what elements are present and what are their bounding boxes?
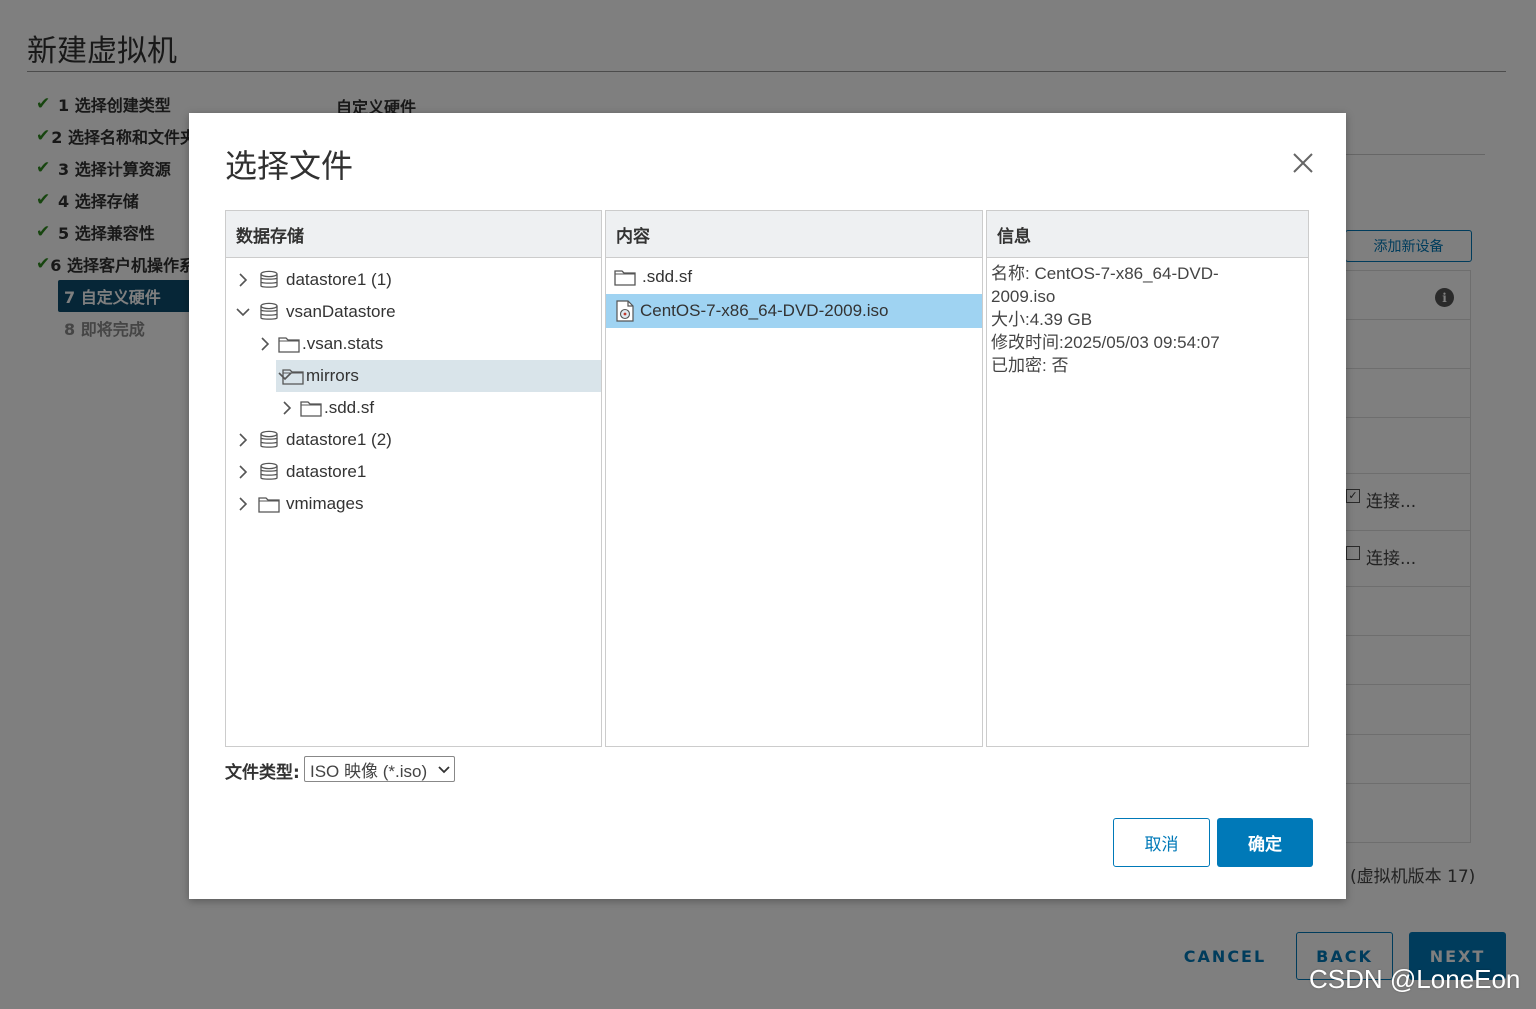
info-name-line-2: 2009.iso [991,287,1056,306]
folder-icon [258,494,280,514]
cancel-button[interactable]: 取消 [1113,818,1210,867]
chevron-right-icon[interactable] [234,271,252,289]
folder-icon [278,334,300,354]
close-icon[interactable] [1289,149,1317,177]
info-encrypted: 已加密: 否 [991,356,1069,375]
info-modified: 修改时间:2025/05/03 09:54:07 [991,333,1220,352]
info-name-line-1: 名称: CentOS-7-x86_64-DVD- [991,264,1219,283]
chevron-down-icon[interactable] [276,367,294,385]
chevron-right-icon[interactable] [234,495,252,513]
tree-item-sdd-sf[interactable]: .sdd.sf [226,392,601,424]
chevron-down-icon [438,761,450,781]
database-icon [258,270,280,290]
tree-item-vmimages[interactable]: vmimages [226,488,601,520]
select-file-dialog: 选择文件 数据存储 datastore1 (1) vsanDatastore .… [189,113,1346,899]
tree-item-datastore1-2[interactable]: datastore1 (2) [226,424,601,456]
datastore-header: 数据存储 [226,211,601,258]
file-info: 名称: CentOS-7-x86_64-DVD- 2009.iso 大小:4.3… [987,258,1308,381]
chevron-right-icon[interactable] [278,399,296,417]
content-pane: 内容 .sdd.sf CentOS-7-x86_64-DVD-2009.iso [605,210,983,747]
info-pane: 信息 名称: CentOS-7-x86_64-DVD- 2009.iso 大小:… [986,210,1309,747]
content-item-centos-iso[interactable]: CentOS-7-x86_64-DVD-2009.iso [606,294,982,328]
database-icon [258,462,280,482]
watermark: CSDN @LoneEon [1309,964,1521,994]
database-icon [258,430,280,450]
tree-item-vsandatastore[interactable]: vsanDatastore [226,296,601,328]
chevron-right-icon[interactable] [234,431,252,449]
tree-item-vsan-stats[interactable]: .vsan.stats [226,328,601,360]
tree-item-datastore1-1[interactable]: datastore1 (1) [226,264,601,296]
disc-image-icon [614,300,636,322]
datastore-tree: datastore1 (1) vsanDatastore .vsan.stats… [226,258,601,520]
content-header: 内容 [606,211,982,258]
chevron-down-icon[interactable] [234,303,252,321]
chevron-right-icon[interactable] [256,335,274,353]
tree-item-mirrors[interactable]: mirrors [276,360,601,392]
chevron-right-icon[interactable] [234,463,252,481]
file-type-label: 文件类型: [225,763,300,783]
info-size: 大小:4.39 GB [991,310,1093,329]
folder-icon [300,398,322,418]
tree-item-datastore1[interactable]: datastore1 [226,456,601,488]
ok-button[interactable]: 确定 [1217,818,1313,867]
folder-icon [614,267,636,287]
file-type-value: ISO 映像 (*.iso) [310,761,428,781]
file-type-select[interactable]: ISO 映像 (*.iso) [304,756,455,782]
dialog-title: 选择文件 [225,147,354,185]
datastore-pane: 数据存储 datastore1 (1) vsanDatastore .vsan.… [225,210,602,747]
info-header: 信息 [987,211,1308,258]
content-item-sdd-sf[interactable]: .sdd.sf [606,260,982,294]
content-list: .sdd.sf CentOS-7-x86_64-DVD-2009.iso [606,258,982,328]
database-icon [258,302,280,322]
